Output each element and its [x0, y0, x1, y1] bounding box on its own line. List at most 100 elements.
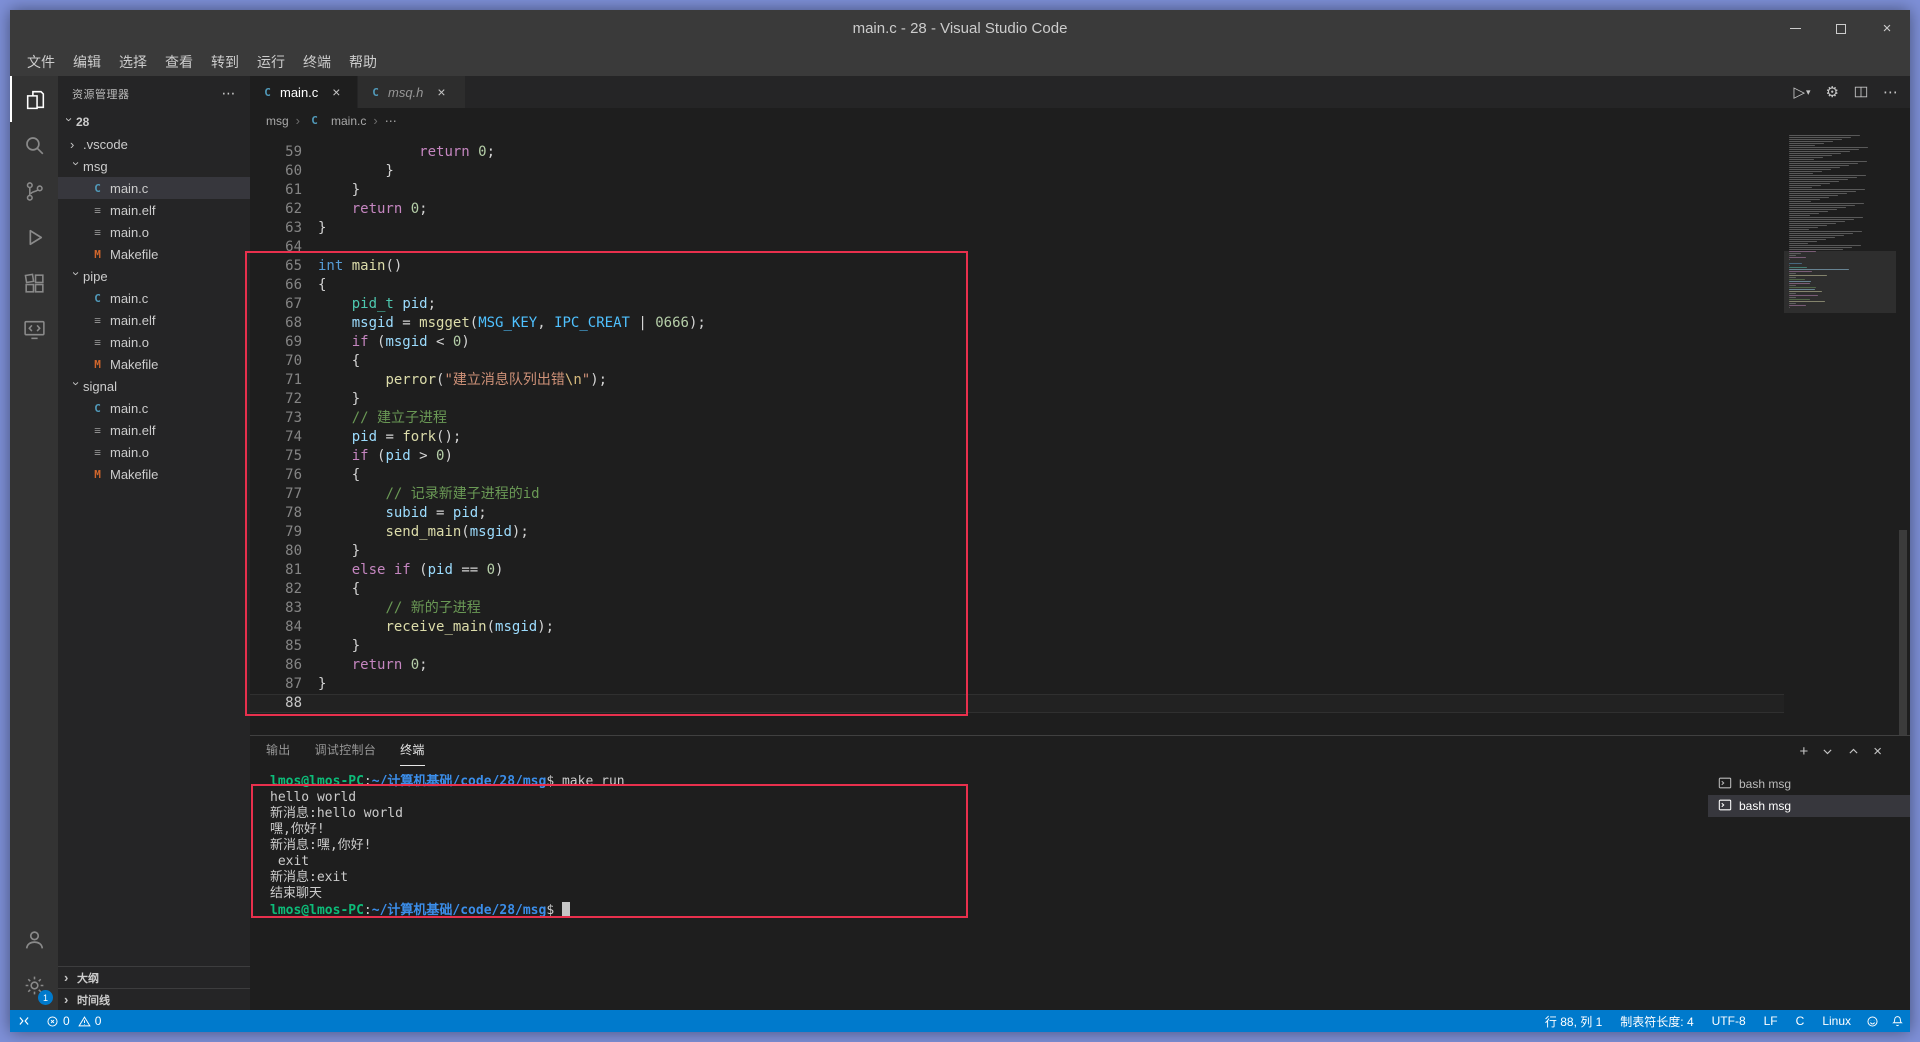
folder-pipe[interactable]: ›pipe: [58, 265, 250, 287]
settings-icon[interactable]: 1: [10, 962, 58, 1008]
code-line-63[interactable]: 63}: [250, 219, 1784, 238]
tab-msq.h[interactable]: Cmsq.h×: [358, 76, 466, 108]
panel-tab-输出[interactable]: 输出: [266, 736, 291, 766]
minimize-button[interactable]: [1772, 10, 1818, 47]
status-item-5[interactable]: Linux: [1813, 1014, 1860, 1028]
status-item-2[interactable]: UTF-8: [1703, 1014, 1755, 1028]
status-item-3[interactable]: LF: [1755, 1014, 1787, 1028]
file-Makefile[interactable]: MMakefile: [58, 243, 250, 265]
code-line-80[interactable]: 80 }: [250, 542, 1784, 561]
bell-icon[interactable]: [1885, 1015, 1910, 1028]
gear-icon[interactable]: ⚙: [1826, 83, 1839, 101]
code-line-87[interactable]: 87}: [250, 675, 1784, 694]
code-line-88[interactable]: 88: [250, 694, 1784, 713]
run-button[interactable]: ▷▾: [1793, 83, 1810, 101]
code-line-79[interactable]: 79 send_main(msgid);: [250, 523, 1784, 542]
explorer-icon[interactable]: [10, 76, 58, 122]
code-line-73[interactable]: 73 // 建立子进程: [250, 409, 1784, 428]
file-main.c[interactable]: Cmain.c: [58, 397, 250, 419]
minimap[interactable]: [1784, 133, 1896, 735]
code-line-61[interactable]: 61 }: [250, 181, 1784, 200]
code-line-67[interactable]: 67 pid_t pid;: [250, 295, 1784, 314]
file-main.o[interactable]: ≡main.o: [58, 221, 250, 243]
menu-item-3[interactable]: 查看: [156, 51, 202, 73]
code-line-65[interactable]: 65int main(): [250, 257, 1784, 276]
panel-tab-终端[interactable]: 终端: [400, 736, 425, 766]
terminal-list-item-1[interactable]: bash msg: [1708, 795, 1910, 817]
maximize-button[interactable]: [1818, 10, 1864, 47]
code-line-72[interactable]: 72 }: [250, 390, 1784, 409]
terminal[interactable]: lmos@lmos-PC:~/计算机基础/code/28/msg$ make r…: [270, 774, 1698, 1006]
code-line-60[interactable]: 60 }: [250, 162, 1784, 181]
code-line-64[interactable]: 64: [250, 238, 1784, 257]
close-button[interactable]: ×: [1864, 10, 1910, 47]
account-icon[interactable]: [10, 916, 58, 962]
sidebar-section-时间线[interactable]: ›时间线: [58, 988, 250, 1010]
code-line-84[interactable]: 84 receive_main(msgid);: [250, 618, 1784, 637]
file-main.elf[interactable]: ≡main.elf: [58, 419, 250, 441]
terminal-list-item-0[interactable]: bash msg: [1708, 773, 1910, 795]
close-tab-icon[interactable]: ×: [332, 84, 340, 100]
file-main.elf[interactable]: ≡main.elf: [58, 309, 250, 331]
remote-explorer-icon[interactable]: [10, 306, 58, 352]
code-line-82[interactable]: 82 {: [250, 580, 1784, 599]
chevron-down-icon[interactable]: [1821, 745, 1834, 758]
menu-item-0[interactable]: 文件: [18, 51, 64, 73]
menu-item-7[interactable]: 帮助: [340, 51, 386, 73]
menu-item-5[interactable]: 运行: [248, 51, 294, 73]
code-line-62[interactable]: 62 return 0;: [250, 200, 1784, 219]
close-panel-icon[interactable]: ×: [1873, 743, 1882, 760]
new-terminal-button[interactable]: +: [1799, 743, 1808, 760]
extensions-icon[interactable]: [10, 260, 58, 306]
code-line-86[interactable]: 86 return 0;: [250, 656, 1784, 675]
code-line-69[interactable]: 69 if (msgid < 0): [250, 333, 1784, 352]
breadcrumb-item-1[interactable]: Cmain.c: [307, 114, 366, 128]
file-main.o[interactable]: ≡main.o: [58, 441, 250, 463]
split-editor-icon[interactable]: [1854, 85, 1868, 99]
code-line-77[interactable]: 77 // 记录新建子进程的id: [250, 485, 1784, 504]
code-line-85[interactable]: 85 }: [250, 637, 1784, 656]
menu-item-6[interactable]: 终端: [294, 51, 340, 73]
code-line-81[interactable]: 81 else if (pid == 0): [250, 561, 1784, 580]
code-line-70[interactable]: 70 {: [250, 352, 1784, 371]
file-main.c[interactable]: Cmain.c: [58, 287, 250, 309]
status-item-0[interactable]: 行 88, 列 1: [1536, 1013, 1611, 1030]
menu-item-2[interactable]: 选择: [110, 51, 156, 73]
breadcrumb-item-2[interactable]: ⋯: [385, 114, 397, 128]
code-line-75[interactable]: 75 if (pid > 0): [250, 447, 1784, 466]
folder-28[interactable]: ›28: [58, 111, 250, 133]
sidebar-section-大纲[interactable]: ›大纲: [58, 966, 250, 988]
code-line-76[interactable]: 76 {: [250, 466, 1784, 485]
file-main.elf[interactable]: ≡main.elf: [58, 199, 250, 221]
close-tab-icon[interactable]: ×: [437, 84, 445, 100]
menu-item-4[interactable]: 转到: [202, 51, 248, 73]
code-line-71[interactable]: 71 perror("建立消息队列出错\n");: [250, 371, 1784, 390]
folder-msg[interactable]: ›msg: [58, 155, 250, 177]
code-line-74[interactable]: 74 pid = fork();: [250, 428, 1784, 447]
file-main.c[interactable]: Cmain.c: [58, 177, 250, 199]
code-line-59[interactable]: 59 return 0;: [250, 143, 1784, 162]
more-actions-icon[interactable]: ⋯: [222, 85, 237, 102]
source-control-icon[interactable]: [10, 168, 58, 214]
folder-signal[interactable]: ›signal: [58, 375, 250, 397]
tab-main.c[interactable]: Cmain.c×: [250, 76, 358, 108]
code-line-66[interactable]: 66{: [250, 276, 1784, 295]
code-editor[interactable]: 59 return 0;60 }61 }62 return 0;63}6465i…: [250, 133, 1910, 735]
run-debug-icon[interactable]: [10, 214, 58, 260]
breadcrumb[interactable]: msg›Cmain.c›⋯: [250, 108, 1910, 133]
maximize-panel-icon[interactable]: [1847, 745, 1860, 758]
status-item-1[interactable]: 制表符长度: 4: [1611, 1013, 1702, 1030]
code-line-68[interactable]: 68 msgid = msgget(MSG_KEY, IPC_CREAT | 0…: [250, 314, 1784, 333]
minimap-slider[interactable]: [1784, 251, 1896, 313]
search-icon[interactable]: [10, 122, 58, 168]
panel-tab-调试控制台[interactable]: 调试控制台: [315, 736, 377, 766]
editor-scrollbar[interactable]: [1896, 133, 1910, 735]
status-item-4[interactable]: C: [1787, 1014, 1814, 1028]
folder-.vscode[interactable]: ›.vscode: [58, 133, 250, 155]
menu-item-1[interactable]: 编辑: [64, 51, 110, 73]
code-line-78[interactable]: 78 subid = pid;: [250, 504, 1784, 523]
file-Makefile[interactable]: MMakefile: [58, 463, 250, 485]
file-Makefile[interactable]: MMakefile: [58, 353, 250, 375]
file-main.o[interactable]: ≡main.o: [58, 331, 250, 353]
scrollbar-thumb[interactable]: [1899, 530, 1907, 735]
